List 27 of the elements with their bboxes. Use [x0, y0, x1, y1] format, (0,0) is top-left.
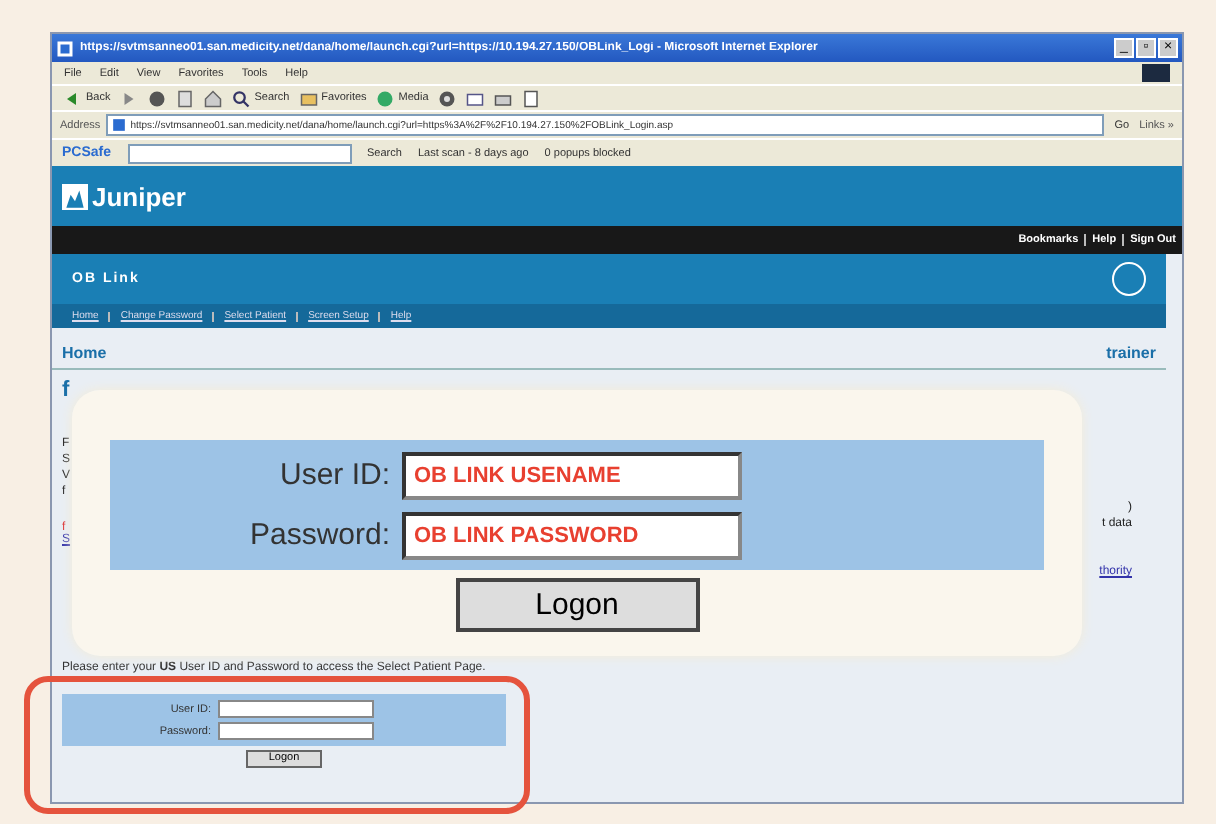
user-name: trainer [1106, 343, 1156, 361]
user-id-label: User ID: [277, 458, 390, 492]
folder-icon [299, 89, 318, 107]
input-field[interactable] [217, 722, 373, 740]
toolbar-button[interactable] [148, 89, 167, 107]
circle-icon [148, 89, 167, 107]
text-fragment: f [62, 378, 71, 402]
toolbar-button[interactable] [466, 89, 485, 107]
input-field[interactable] [217, 700, 373, 718]
search-field[interactable] [127, 143, 352, 163]
toolbar-button[interactable] [494, 89, 513, 107]
search-icon [232, 89, 251, 107]
printer-icon [494, 89, 513, 107]
envelope-icon [466, 89, 485, 107]
toolbar-button[interactable] [204, 89, 223, 107]
toolbar-button[interactable] [438, 89, 457, 107]
logon-button[interactable]: Logon [455, 578, 699, 632]
browser-icon [56, 39, 74, 57]
back-arrow-icon [64, 89, 82, 107]
clock-icon [438, 89, 457, 107]
forward-arrow-icon [120, 89, 139, 107]
portal-logo: Juniper [92, 181, 186, 211]
input-field[interactable]: OB LINK PASSWORD [402, 511, 742, 559]
input-field[interactable]: OB LINK USENAME [402, 451, 742, 499]
password-label: Password: [247, 518, 390, 552]
house-icon [204, 89, 223, 107]
page-heading: Home [62, 343, 107, 361]
